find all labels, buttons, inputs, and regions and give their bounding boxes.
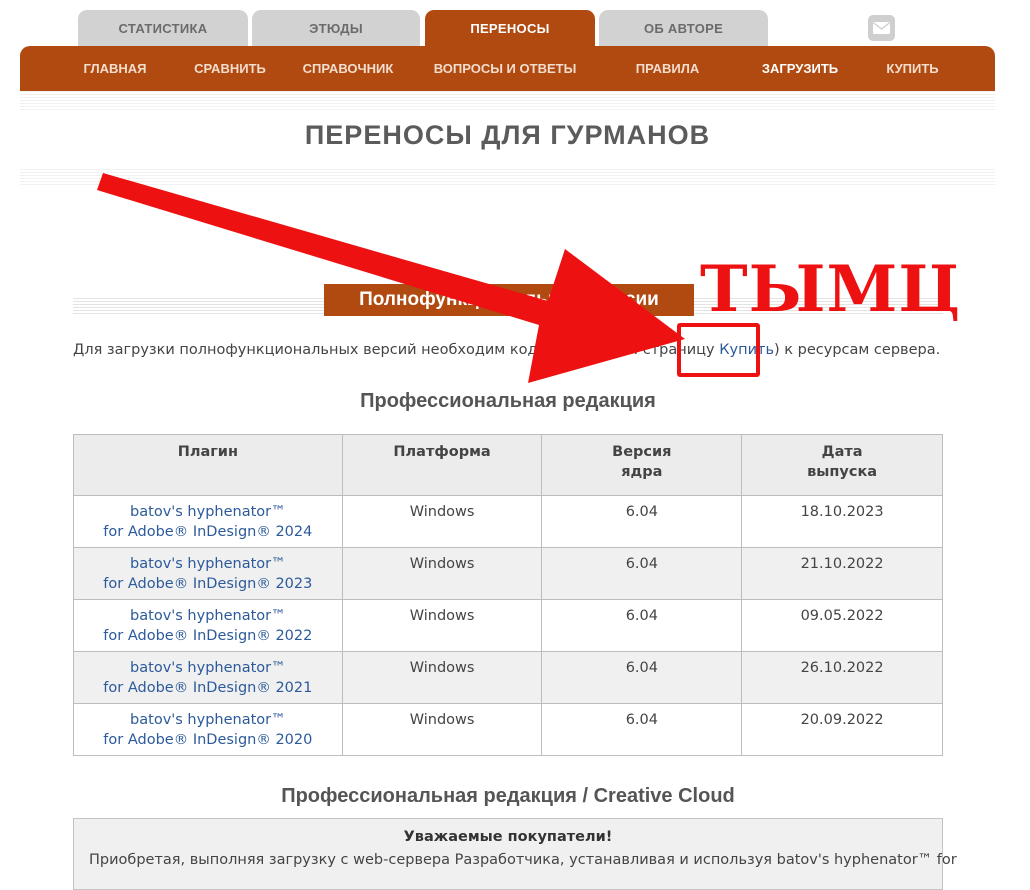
plugin-host: for Adobe® InDesign® 2022 [103, 628, 313, 644]
cc-edition-title: Профессиональная редакция / Creative Clo… [281, 785, 735, 807]
plugin-link[interactable]: batov's hyphenator™ for Adobe® InDesign® … [103, 504, 312, 540]
menu-item-reference[interactable]: СПРАВОЧНИК [288, 46, 408, 91]
plugin-name: batov's hyphenator™ [130, 608, 286, 624]
date-cell: 26.10.2022 [741, 651, 943, 704]
main-menu: ГЛАВНАЯ СРАВНИТЬ СПРАВОЧНИК ВОПРОСЫ И ОТ… [20, 46, 995, 91]
table-row: batov's hyphenator™ for Adobe® InDesign® … [73, 599, 943, 652]
plugin-host: for Adobe® InDesign® 2023 [103, 576, 313, 592]
plugin-host: for Adobe® InDesign® 2021 [103, 680, 313, 696]
date-cell: 20.09.2022 [741, 703, 943, 756]
plugin-cell: batov's hyphenator™ for Adobe® InDesign® … [73, 651, 343, 704]
section-title: Полнофункциональные версии [324, 284, 694, 316]
page-title: ПЕРЕНОСЫ ДЛЯ ГУРМАНОВ [304, 120, 711, 150]
platform-cell: Windows [341, 547, 543, 600]
plugin-host: for Adobe® InDesign® 2020 [103, 732, 313, 748]
version-cell: 6.04 [541, 703, 743, 756]
menu-item-buy[interactable]: КУПИТЬ [870, 46, 955, 91]
menu-item-rules[interactable]: ПРАВИЛА [620, 46, 715, 91]
plugin-cell: batov's hyphenator™ for Adobe® InDesign® … [73, 703, 343, 756]
mail-icon[interactable] [868, 15, 895, 41]
version-cell: 6.04 [541, 651, 743, 704]
version-cell: 6.04 [541, 599, 743, 652]
platform-cell: Windows [341, 495, 543, 548]
table-row: batov's hyphenator™ for Adobe® InDesign® … [73, 651, 943, 704]
header-platform: Платформа [341, 434, 543, 496]
header-core-version: Версия ядра [541, 434, 743, 496]
tab-hyphenation[interactable]: ПЕРЕНОСЫ [425, 10, 595, 46]
menu-item-faq[interactable]: ВОПРОСЫ И ОТВЕТЫ [420, 46, 590, 91]
plugin-link[interactable]: batov's hyphenator™ for Adobe® InDesign® … [103, 712, 312, 748]
plugin-cell: batov's hyphenator™ for Adobe® InDesign® … [73, 547, 343, 600]
menu-item-compare[interactable]: СРАВНИТЬ [180, 46, 280, 91]
table-row: batov's hyphenator™ for Adobe® InDesign® … [73, 547, 943, 600]
platform-cell: Windows [341, 599, 543, 652]
menu-item-download[interactable]: ЗАГРУЗИТЬ [745, 46, 855, 91]
tab-about-author[interactable]: ОБ АВТОРЕ [599, 10, 768, 46]
versions-table: Плагин Платформа Версия ядра Дата выпуск… [73, 434, 943, 756]
version-cell: 6.04 [541, 547, 743, 600]
table-row: batov's hyphenator™ for Adobe® InDesign® … [73, 495, 943, 548]
date-cell: 09.05.2022 [741, 599, 943, 652]
intro-after: ) к ресурсам сервера. [774, 342, 941, 358]
intro-text: Для загрузки полнофункциональных версий … [73, 342, 953, 358]
notice-box: Уважаемые покупатели! Приобретая, выполн… [73, 818, 957, 890]
menu-item-home[interactable]: ГЛАВНАЯ [60, 46, 170, 91]
intro-before: Для загрузки полнофункциональных версий … [73, 342, 720, 358]
highlight-box [677, 323, 760, 377]
version-cell: 6.04 [541, 495, 743, 548]
plugin-link[interactable]: batov's hyphenator™ for Adobe® InDesign® … [103, 556, 312, 592]
plugin-host: for Adobe® InDesign® 2024 [103, 524, 313, 540]
platform-cell: Windows [341, 703, 543, 756]
notice-title: Уважаемые покупатели! [403, 829, 613, 845]
date-cell: 21.10.2022 [741, 547, 943, 600]
plugin-cell: batov's hyphenator™ for Adobe® InDesign® … [73, 495, 343, 548]
plugin-name: batov's hyphenator™ [130, 660, 286, 676]
header-release-date: Дата выпуска [741, 434, 943, 496]
annotation-label: ТЫМЦ [700, 252, 962, 327]
header-plugin: Плагин [73, 434, 343, 496]
plugin-name: batov's hyphenator™ [130, 504, 286, 520]
table-row: batov's hyphenator™ for Adobe® InDesign® … [73, 703, 943, 756]
top-tabs: СТАТИСТИКА ЭТЮДЫ ПЕРЕНОСЫ ОБ АВТОРЕ [0, 0, 1030, 46]
date-cell: 18.10.2023 [741, 495, 943, 548]
tab-etudes[interactable]: ЭТЮДЫ [252, 10, 420, 46]
plugin-link[interactable]: batov's hyphenator™ for Adobe® InDesign® … [103, 660, 312, 696]
pro-edition-title: Профессиональная редакция [360, 390, 656, 412]
notice-text: Приобретая, выполняя загрузку с web-серв… [89, 852, 957, 868]
plugin-name: batov's hyphenator™ [130, 556, 286, 572]
plugin-cell: batov's hyphenator™ for Adobe® InDesign® … [73, 599, 343, 652]
platform-cell: Windows [341, 651, 543, 704]
plugin-link[interactable]: batov's hyphenator™ for Adobe® InDesign® … [103, 608, 312, 644]
envelope-icon [873, 22, 890, 34]
tab-statistics[interactable]: СТАТИСТИКА [78, 10, 248, 46]
plugin-name: batov's hyphenator™ [130, 712, 286, 728]
